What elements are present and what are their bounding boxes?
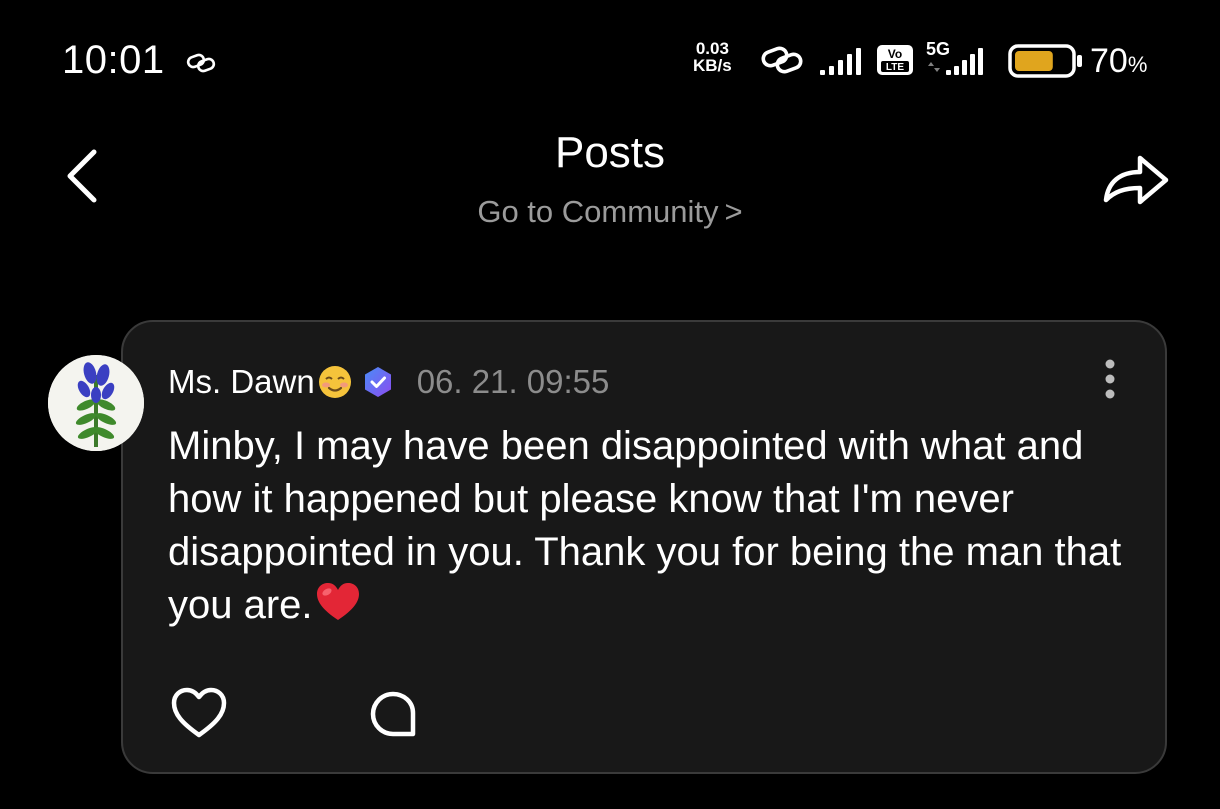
post-meta: Ms. Dawn 06. 21. 09:55	[168, 362, 609, 402]
page-title: Posts	[554, 128, 666, 177]
link-icon	[186, 53, 216, 73]
network-type: 5G	[926, 39, 950, 59]
comment-icon[interactable]	[369, 690, 419, 738]
battery-percent: 70%	[1090, 42, 1147, 81]
volte-icon: Vo LTE	[877, 45, 913, 75]
avatar[interactable]	[48, 355, 144, 451]
go-to-community-label: Go to Community	[477, 194, 719, 229]
verified-badge-icon	[364, 367, 391, 397]
share-icon[interactable]	[1100, 148, 1172, 208]
more-options-icon[interactable]	[1100, 358, 1120, 402]
battery-percent-sign: %	[1127, 52, 1148, 77]
red-heart-emoji-icon	[316, 583, 359, 620]
go-to-community-link[interactable]: Go to Community >	[0, 194, 1220, 230]
volte-label-vo: Vo	[888, 47, 902, 61]
net-speed: 0.03 KB/s	[693, 40, 732, 74]
heart-icon[interactable]	[170, 686, 228, 740]
post-body: Minby, I may have been disappointed with…	[168, 420, 1128, 632]
battery-icon	[1008, 44, 1082, 78]
status-bar: 10:01 0.03 KB/s Vo LTE 5G 70%	[0, 0, 1220, 120]
link-icon	[761, 46, 803, 74]
smiling-emoji-icon	[318, 366, 351, 398]
flower-avatar-image	[48, 355, 144, 451]
signal-icon	[820, 48, 861, 75]
battery-percent-value: 70	[1090, 42, 1128, 80]
net-speed-value: 0.03	[695, 39, 729, 58]
chevron-right-icon: >	[724, 194, 743, 229]
status-time: 10:01	[62, 38, 165, 82]
post-date: 06. 21. 09:55	[416, 363, 610, 400]
author-name[interactable]: Ms. Dawn	[168, 363, 315, 401]
net-speed-unit: KB/s	[693, 56, 732, 75]
volte-label-lte: LTE	[886, 62, 904, 73]
post-body-text: Minby, I may have been disappointed with…	[168, 424, 1122, 627]
signal-icon: 5G	[926, 39, 983, 75]
